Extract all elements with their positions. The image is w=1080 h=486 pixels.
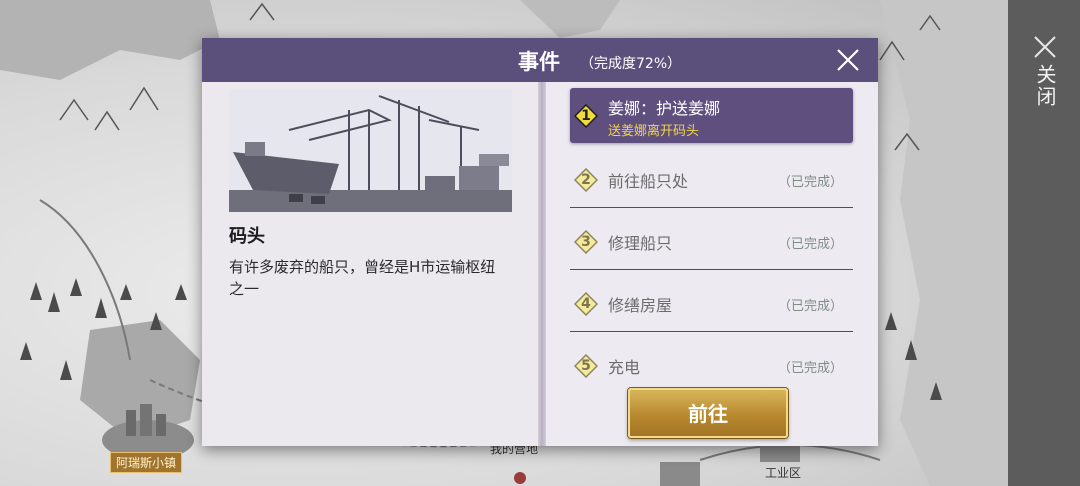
harbor-image (229, 90, 512, 212)
quest-title: 前往船只处 (608, 172, 689, 191)
quest-number: 2 (581, 172, 591, 188)
dialog-close-icon[interactable] (836, 48, 860, 72)
quest-number: 4 (581, 296, 591, 312)
quest-number-diamond-icon: 3 (574, 230, 598, 254)
quest-number: 5 (581, 358, 591, 374)
location-description: 有许多废弃的船只，曾经是H市运输枢纽之一 (229, 258, 496, 298)
dialog-progress: （完成度72%） (580, 56, 682, 72)
side-close-label[interactable]: 关闭 (1033, 64, 1057, 108)
quest-status: （已完成） (777, 237, 843, 252)
quest-status: （已完成） (777, 299, 843, 314)
event-dialog: 事件 （完成度72%） 码头 有许多废弃的船只，曾经是H市运输枢纽之一 1 姜娜… (202, 38, 878, 446)
quest-item-2[interactable]: 2 前往船只处 （已完成） (570, 152, 853, 208)
quest-item-1[interactable]: 1 姜娜：护送姜娜 送姜娜离开码头 (570, 88, 853, 143)
quest-item-3[interactable]: 3 修理船只 （已完成） (570, 214, 853, 270)
quest-status: （已完成） (777, 361, 843, 376)
go-button[interactable]: 前往 (628, 388, 788, 438)
dialog-header: 事件 （完成度72%） (202, 38, 878, 82)
quest-title: 姜娜：护送姜娜 (608, 99, 721, 118)
map-label-town[interactable]: 阿瑞斯小镇 (110, 452, 183, 473)
quest-item-5[interactable]: 5 充电 （已完成） (570, 338, 853, 388)
quest-number: 1 (581, 108, 591, 124)
quest-number-diamond-icon: 5 (574, 354, 598, 378)
quest-title: 充电 (608, 358, 641, 377)
quest-number: 3 (581, 234, 591, 250)
map-label-industrial[interactable]: 工业区 (765, 464, 801, 481)
quest-title: 修缮房屋 (608, 296, 673, 315)
pane-divider (538, 82, 546, 446)
quest-number-diamond-icon: 4 (574, 292, 598, 316)
location-name: 码头 (229, 226, 265, 247)
quest-number-diamond-icon: 2 (574, 168, 598, 192)
quest-item-4[interactable]: 4 修缮房屋 （已完成） (570, 276, 853, 332)
side-close-icon[interactable] (1032, 34, 1058, 60)
quest-subtitle: 送姜娜离开码头 (608, 124, 700, 139)
quest-title: 修理船只 (608, 234, 673, 253)
dialog-title: 事件 (518, 50, 560, 74)
quest-status: （已完成） (777, 175, 843, 190)
quest-number-diamond-icon: 1 (574, 104, 598, 128)
